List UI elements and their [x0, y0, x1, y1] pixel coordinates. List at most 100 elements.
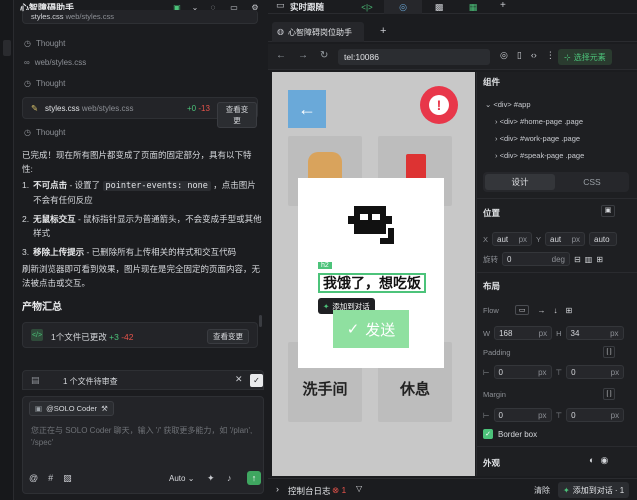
edit-diff: +0 -13 [187, 104, 210, 113]
composer[interactable]: ▣ @SOLO Coder ⚒ 您正在与 SOLO Coder 聊天，输入 '/… [22, 396, 264, 494]
flow-column-icon[interactable]: ↓ [553, 306, 557, 315]
filter-icon[interactable]: ▽ [356, 484, 362, 493]
file-ref-row[interactable]: ∞ web/styles.css [24, 58, 86, 67]
distribute-icon[interactable]: ▥ [585, 255, 593, 264]
sheet-icon[interactable]: ▦ [456, 0, 490, 14]
position-mode-icon[interactable]: ▣ [601, 205, 615, 217]
add-tab-icon[interactable]: + [500, 0, 506, 11]
devtools-icon[interactable]: ‹› [531, 50, 537, 61]
dom-tree-node[interactable]: › <div> #speak-page .page [481, 147, 631, 164]
constrain-icon[interactable]: ⊞ [596, 255, 603, 264]
chat-panel: 心智障碍助手 ▣ ⌄ ◌ ▭ ⚙ ● styles.css web/styles… [14, 0, 275, 500]
tab-design[interactable]: 设计 [485, 174, 555, 190]
reload-icon[interactable]: ↻ [320, 50, 328, 61]
dom-tree-node[interactable]: › <div> #home-page .page [481, 113, 631, 130]
position-title: 位置 [483, 208, 501, 218]
summary-view-button[interactable]: 查看变更 [207, 329, 249, 344]
edit-card[interactable]: ✎ styles.css web/styles.css +0 -13 查看变更 [22, 97, 258, 128]
gamepad-icon[interactable]: ▩ [422, 0, 456, 14]
error-count: ⊗ 1 [332, 485, 347, 495]
image-icon[interactable]: ▧ [63, 473, 72, 484]
border-box-row[interactable]: ✓ Border box [483, 429, 537, 439]
summary-card[interactable]: </> 1个文件已更改 +3 -42 查看变更 [22, 322, 258, 348]
padding-v-input[interactable]: 0 px [566, 365, 625, 379]
rotate-input[interactable]: 0 deg [502, 252, 570, 266]
x-label: X [483, 234, 489, 244]
border-box-label: Border box [498, 429, 538, 439]
margin-h-input[interactable]: 0 px [493, 408, 552, 422]
strip-handle[interactable] [3, 40, 11, 56]
sparkle-icon[interactable]: ✦ [207, 473, 215, 484]
compass-icon[interactable]: ◎ [500, 50, 508, 61]
clear-button[interactable]: 清除 [534, 485, 550, 496]
dom-tree-node[interactable]: ⌄ <div> #app [481, 96, 631, 113]
accept-check-icon[interactable]: ✓ [250, 374, 263, 387]
thought-row[interactable]: ◷ Thought [24, 79, 65, 88]
back-arrow-button[interactable]: ← [288, 90, 326, 128]
console-label[interactable]: 控制台日志 [288, 485, 331, 497]
new-tab-icon[interactable]: + [380, 25, 386, 37]
thought-row[interactable]: ◷ Thought [24, 128, 65, 137]
flow-row-icon[interactable]: → [537, 306, 545, 315]
flow-block-icon[interactable]: ▭ [514, 305, 530, 315]
composer-input[interactable]: 您正在与 SOLO Coder 聊天，输入 '/' 获取更多能力，如 '/pla… [31, 425, 257, 449]
agent-chip[interactable]: ▣ @SOLO Coder ⚒ [29, 401, 114, 416]
view-changes-button[interactable]: 查看变更 [217, 102, 257, 128]
robot-icon [348, 206, 394, 244]
eye-icon[interactable]: ◉ [600, 455, 608, 466]
url-input[interactable]: tel:10086 [338, 49, 490, 65]
tab-css[interactable]: CSS [557, 174, 627, 190]
y-input[interactable]: aut px [545, 232, 586, 246]
page-preview: ← ! 洗手间 休息 h2 我饿了，想吃饭 ✦ 添加到对话 ✓ 发送 [272, 72, 475, 476]
thought-row[interactable]: ◷ Thought [24, 39, 65, 48]
flow-row: Flow ▭ → ↓ ⊞ [483, 305, 572, 315]
device-icon[interactable]: ▯ [517, 50, 522, 61]
browser-view-icon[interactable]: ◎ [384, 0, 422, 14]
scrollbar[interactable] [259, 315, 262, 327]
file-card-partial[interactable]: styles.css web/styles.css [22, 10, 258, 24]
w-input[interactable]: 168 px [494, 326, 553, 340]
forward-icon[interactable]: → [298, 50, 308, 61]
components-title: 组件 [483, 77, 501, 87]
pending-review-bar[interactable]: ▤ 1 个文件待审查 ✕ ✓ [22, 370, 264, 390]
contrast-icon[interactable]: ◐ [589, 455, 594, 466]
layout-title: 布局 [483, 281, 501, 291]
z-input[interactable]: auto [589, 232, 618, 246]
h-input[interactable]: 34 px [565, 326, 624, 340]
code-view-icon[interactable]: <|> [350, 0, 384, 14]
more-icon[interactable]: ⋮ [546, 50, 555, 61]
feature-list-item: 3. 移除上传提示 - 已删除所有上传相关的样式和交互代码 [22, 245, 262, 259]
margin-expand-icon[interactable]: [ ] [603, 388, 615, 400]
chevron-right-icon[interactable]: › [276, 484, 279, 494]
margin-v-input[interactable]: 0 px [566, 408, 625, 422]
select-element-button[interactable]: ⊹ 选择元素 [558, 49, 612, 65]
back-icon[interactable]: ← [276, 50, 286, 61]
close-icon[interactable]: ✕ [235, 374, 243, 385]
model-select[interactable]: Auto ⌄ [169, 474, 194, 483]
align-icon[interactable]: ⊟ [574, 255, 581, 264]
settings-icon[interactable]: ⚒ [101, 404, 108, 413]
tab-active[interactable]: ◍ 心智障碍岗位助手 [272, 22, 364, 42]
send-button[interactable]: ✓ 发送 [333, 310, 409, 348]
summary-label: 1个文件已更改 +3 -42 [51, 332, 134, 342]
infinity-icon: ∞ [24, 58, 30, 67]
selected-heading[interactable]: 我饿了，想吃饭 [318, 273, 426, 293]
at-icon[interactable]: @ [29, 473, 38, 484]
padding-h-input[interactable]: 0 px [493, 365, 552, 379]
flow-grid-icon[interactable]: ⊞ [565, 306, 572, 315]
send-arrow-icon[interactable]: ↑ [247, 471, 261, 485]
list-number: 3. [22, 247, 30, 257]
padding-expand-icon[interactable]: [ ] [603, 346, 615, 358]
x-input[interactable]: aut px [492, 232, 533, 246]
microphone-icon[interactable]: ♪ [227, 473, 232, 483]
document-icon: ▤ [31, 375, 40, 385]
element-tag-badge: h2 [318, 262, 332, 269]
alert-icon[interactable]: ! [420, 86, 458, 124]
realtime-label[interactable]: 实时跟随 [290, 1, 324, 13]
file-card-partial-label: styles.css web/styles.css [31, 12, 114, 21]
add-to-chat-button[interactable]: ✦ 添加到对话 · 1 [558, 482, 630, 498]
select-element-label: 选择元素 [573, 52, 606, 62]
dom-tree-node[interactable]: › <div> #work-page .page [481, 130, 631, 147]
hash-icon[interactable]: # [48, 473, 53, 484]
border-box-checkbox[interactable]: ✓ [483, 429, 493, 439]
